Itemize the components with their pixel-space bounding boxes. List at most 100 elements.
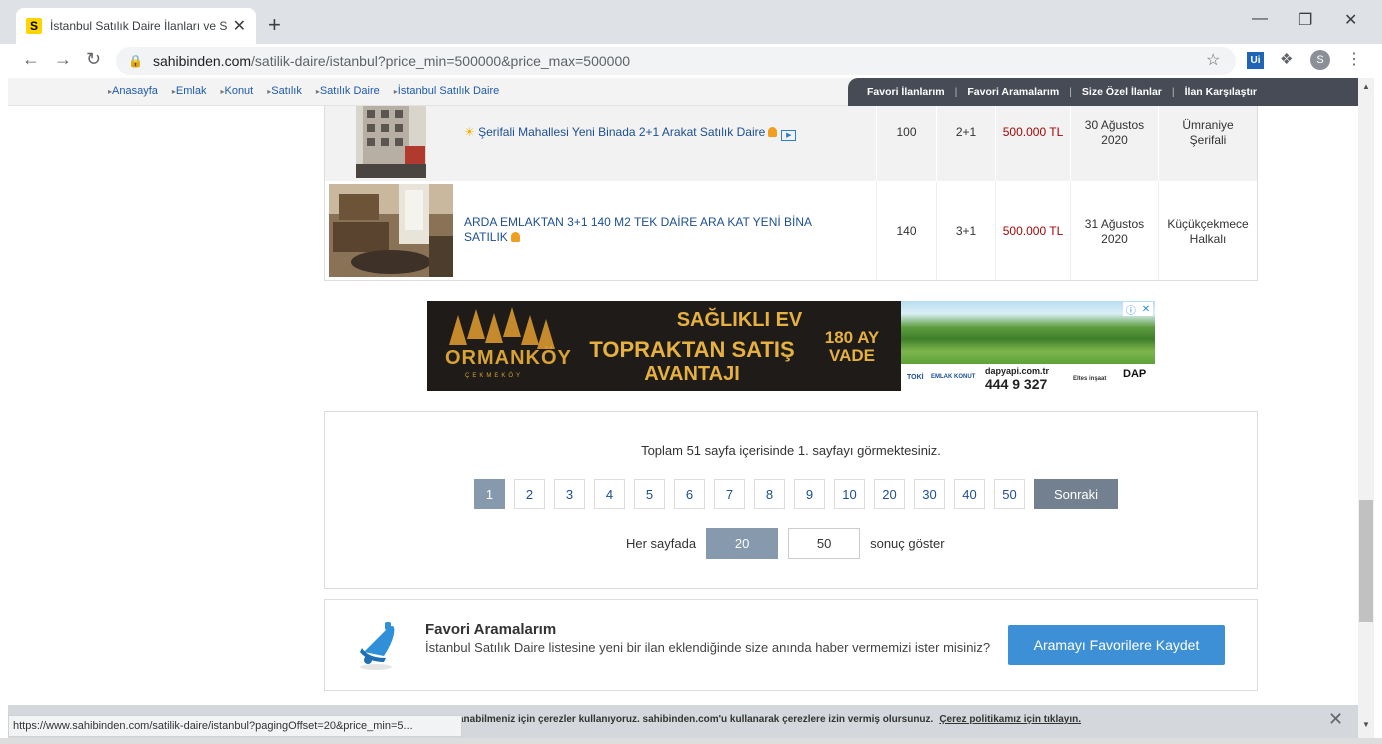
cookie-policy-link[interactable]: Çerez politikamız için tıklayın. — [939, 714, 1081, 725]
location-pin-icon — [510, 232, 520, 242]
page-link-3[interactable]: 3 — [554, 479, 585, 509]
lock-icon: 🔒 — [128, 54, 143, 68]
pagination-info: Toplam 51 sayfa içerisinde 1. sayfayı gö… — [641, 443, 941, 458]
nav-separator: | — [954, 86, 958, 98]
browser-tab[interactable]: S İstanbul Satılık Daire İlanları ve Sa … — [16, 8, 256, 44]
emlak-konut-logo: EMLAK KONUT — [931, 374, 976, 380]
location-pin-icon — [768, 127, 778, 137]
window-close-icon[interactable]: ✕ — [1344, 10, 1357, 30]
video-play-icon: ▶ — [781, 130, 797, 141]
page-link-40[interactable]: 40 — [954, 479, 985, 509]
extension-ui-icon[interactable]: Ui — [1247, 52, 1264, 69]
per-page-selector: Her sayfada 20 50 sonuç göster — [626, 528, 945, 559]
scroll-down-arrow-icon[interactable]: ▼ — [1362, 720, 1370, 729]
ad-vade: 180 AY VADE — [824, 328, 880, 365]
bottom-strip — [0, 738, 1382, 744]
restore-icon[interactable]: ❐ — [1298, 10, 1312, 30]
cookie-close-icon[interactable]: ✕ — [1328, 709, 1343, 730]
nav-separator: | — [1171, 86, 1175, 98]
browser-toolbar: ← → ↻ 🔒 sahibinden.com /satilik-daire/is… — [0, 44, 1382, 78]
minimize-icon[interactable]: — — [1252, 10, 1268, 28]
page-link-9[interactable]: 9 — [794, 479, 825, 509]
extensions-puzzle-icon[interactable]: ❖ — [1280, 50, 1293, 68]
breadcrumb-anasayfa[interactable]: Anasayfa — [108, 85, 158, 97]
url-path: /satilik-daire/istanbul?price_min=500000… — [251, 53, 631, 69]
page-link-5[interactable]: 5 — [634, 479, 665, 509]
page-scrollbar[interactable]: ▲ ▼ — [1358, 78, 1374, 738]
address-bar[interactable]: 🔒 sahibinden.com /satilik-daire/istanbul… — [116, 47, 1236, 75]
nav-ilan-karsilastir[interactable]: İlan Karşılaştır — [1185, 86, 1257, 98]
listing-m2: 100 — [896, 125, 917, 139]
toki-logo: TOKİ — [907, 374, 924, 381]
ad-brand-sub: ÇEKMEKÖY — [465, 373, 524, 379]
ad-close-icon[interactable]: ✕ — [1142, 304, 1150, 315]
nav-favori-ilanlarim[interactable]: Favori İlanlarım — [867, 86, 945, 98]
listing-title[interactable]: ARDA EMLAKTAN 3+1 140 M2 TEK DAİRE ARA K… — [464, 215, 844, 245]
url-host: sahibinden.com — [152, 53, 252, 69]
page-link-4[interactable]: 4 — [594, 479, 625, 509]
breadcrumb-satilik-daire[interactable]: Satılık Daire — [316, 85, 380, 97]
page-link-10[interactable]: 10 — [834, 479, 865, 509]
listing-thumbnail[interactable] — [329, 106, 453, 178]
page-link-30[interactable]: 30 — [914, 479, 945, 509]
listing-rooms: 2+1 — [955, 125, 977, 139]
ad-choices[interactable]: ⓘ ✕ — [1123, 302, 1153, 317]
ad-headline-2: TOPRAKTAN SATIŞ — [589, 337, 795, 362]
back-arrow-icon[interactable]: ← — [22, 49, 40, 70]
highlight-sun-icon: ☀ — [464, 125, 475, 139]
favorite-search-box: Favori Aramalarım İstanbul Satılık Daire… — [324, 599, 1258, 691]
table-row[interactable]: ARDA EMLAKTAN 3+1 140 M2 TEK DAİRE ARA K… — [325, 182, 1257, 280]
page-link-1[interactable]: 1 — [474, 479, 505, 509]
listing-date: 31 Ağustos 2020 — [1084, 217, 1145, 246]
ad-phone: 444 9 327 — [985, 376, 1048, 391]
scrollbar-thumb[interactable] — [1359, 500, 1373, 622]
breadcrumb-emlak[interactable]: Emlak — [172, 85, 207, 97]
breadcrumb-istanbul-satilik-daire[interactable]: İstanbul Satılık Daire — [394, 85, 500, 97]
page-link-7[interactable]: 7 — [714, 479, 745, 509]
favorite-search-title: Favori Aramalarım — [425, 621, 557, 638]
tree-shape — [449, 315, 467, 345]
page-link-20[interactable]: 20 — [874, 479, 905, 509]
page-link-6[interactable]: 6 — [674, 479, 705, 509]
ad-website: dapyapi.com.tr — [985, 366, 1050, 376]
ad-park-image — [901, 301, 1155, 364]
page-link-8[interactable]: 8 — [754, 479, 785, 509]
save-search-button[interactable]: Aramayı Favorilere Kaydet — [1008, 625, 1225, 665]
per-page-20[interactable]: 20 — [706, 528, 779, 559]
breadcrumb-konut[interactable]: Konut — [220, 85, 253, 97]
breadcrumb-satilik[interactable]: Satılık — [267, 85, 302, 97]
bell-icon — [360, 622, 395, 670]
nav-size-ozel-ilanlar[interactable]: Size Özel İlanlar — [1082, 86, 1162, 98]
column-divider — [995, 106, 996, 181]
tab-title: İstanbul Satılık Daire İlanları ve Sa — [50, 19, 227, 33]
page-link-2[interactable]: 2 — [514, 479, 545, 509]
next-page-button[interactable]: Sonraki — [1034, 479, 1118, 509]
tab-close-icon[interactable]: ✕ — [233, 16, 246, 36]
scroll-up-arrow-icon[interactable]: ▲ — [1362, 82, 1370, 91]
favorite-search-description: İstanbul Satılık Daire listesine yeni bi… — [425, 640, 991, 655]
link-status-bar: https://www.sahibinden.com/satilik-daire… — [8, 715, 462, 737]
listing-location: Ümraniye Şerifali — [1182, 118, 1234, 147]
new-tab-button[interactable]: + — [268, 12, 281, 38]
listing-price: 500.000 TL — [1002, 125, 1064, 139]
page-link-50[interactable]: 50 — [994, 479, 1025, 509]
listing-title[interactable]: ☀ Şerifali Mahallesi Yeni Binada 2+1 Ara… — [464, 125, 797, 141]
per-page-50[interactable]: 50 — [788, 528, 861, 559]
ad-sponsor-strip: TOKİ EMLAK KONUT dapyapi.com.tr 444 9 32… — [901, 364, 1155, 391]
profile-avatar[interactable]: S — [1310, 50, 1330, 70]
nav-favori-aramalarim[interactable]: Favori Aramalarım — [967, 86, 1059, 98]
ad-banner[interactable]: ORMANKÖY ÇEKMEKÖY SAĞLIKLI EV TOPRAKTAN … — [427, 301, 1155, 391]
breadcrumb: Anasayfa Emlak Konut Satılık Satılık Dai… — [108, 85, 499, 97]
table-row[interactable]: ☀ Şerifali Mahallesi Yeni Binada 2+1 Ara… — [325, 106, 1257, 181]
forward-arrow-icon[interactable]: → — [54, 49, 72, 70]
listing-table: ☀ Şerifali Mahallesi Yeni Binada 2+1 Ara… — [324, 106, 1258, 281]
reload-icon[interactable]: ↻ — [86, 49, 101, 70]
ad-info-icon[interactable]: ⓘ — [1126, 302, 1136, 317]
browser-menu-icon[interactable]: ⋮ — [1346, 49, 1362, 69]
page-list: 1 2 3 4 5 6 7 8 9 10 20 30 40 50 Sonraki — [474, 479, 1118, 509]
browser-tab-bar: S İstanbul Satılık Daire İlanları ve Sa … — [0, 0, 1382, 44]
per-page-label: Her sayfada — [626, 536, 697, 551]
bookmark-star-icon[interactable]: ☆ — [1206, 50, 1220, 70]
listing-thumbnail[interactable] — [329, 184, 453, 277]
dap-logo: DAP — [1123, 368, 1147, 380]
